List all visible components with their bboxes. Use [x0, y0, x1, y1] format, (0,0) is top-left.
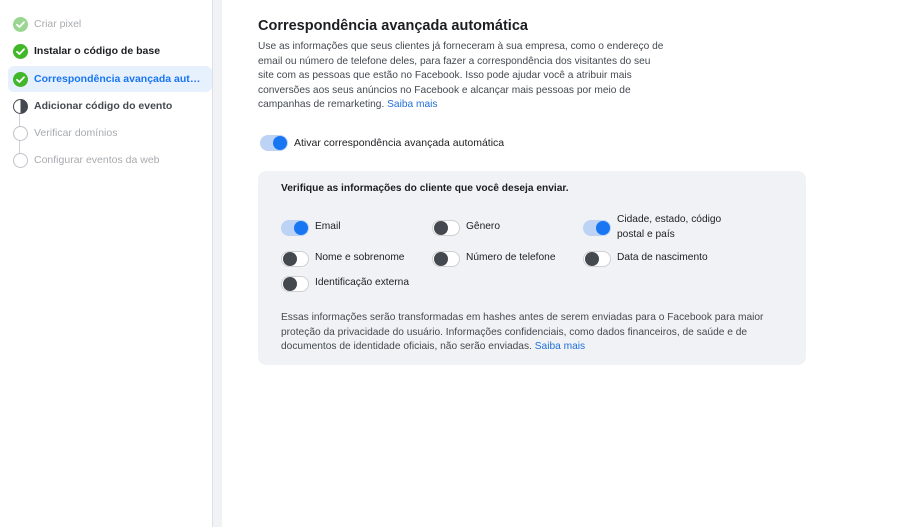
toggle-knob [596, 221, 610, 235]
birth-date-toggle[interactable] [583, 251, 611, 267]
step-configurar-eventos-web[interactable]: Configurar eventos da web [8, 147, 212, 173]
step-label: Configurar eventos da web [34, 154, 160, 166]
step-instalar-codigo-base[interactable]: Instalar o código de base [8, 38, 212, 64]
option-label: Data de nascimento [617, 252, 708, 263]
enable-auto-advanced-matching-toggle[interactable] [260, 135, 288, 151]
option-data-nascimento: Data de nascimento [583, 251, 708, 267]
description-text: Use as informações que seus clientes já … [258, 41, 664, 111]
step-label: Correspondência avançada automática [34, 73, 206, 85]
toggle-knob [283, 252, 297, 266]
check-icon [13, 71, 28, 87]
privacy-note-text: Essas informações serão transformadas em… [281, 312, 764, 353]
check-icon [13, 16, 28, 32]
toggle-knob [434, 252, 448, 266]
option-numero-telefone: Número de telefone [432, 251, 555, 267]
email-toggle[interactable] [281, 220, 309, 236]
step-correspondencia-avancada[interactable]: Correspondência avançada automática [8, 66, 212, 92]
toggle-knob [294, 221, 308, 235]
option-cidade-estado: Cidade, estado, código postal e país [583, 213, 727, 242]
option-genero: Gênero [432, 220, 500, 236]
phone-number-toggle[interactable] [432, 251, 460, 267]
gender-toggle[interactable] [432, 220, 460, 236]
option-label: Gênero [466, 221, 500, 232]
toggle-knob [273, 136, 287, 150]
master-toggle-label: Ativar correspondência avançada automáti… [294, 137, 505, 149]
first-last-name-toggle[interactable] [281, 251, 309, 267]
panel-title: Verifique as informações do cliente que … [281, 183, 569, 194]
setup-steps-sidebar: Criar pixel Instalar o código de base Co… [0, 0, 212, 527]
option-identificacao-externa: Identificação externa [281, 276, 409, 292]
empty-circle-icon [13, 125, 28, 141]
privacy-learn-more-link[interactable]: Saiba mais [535, 341, 585, 352]
step-label: Adicionar código do evento [34, 100, 173, 112]
privacy-note: Essas informações serão transformadas em… [281, 311, 771, 355]
option-label: Número de telefone [466, 252, 556, 263]
page-description: Use as informações que seus clientes já … [258, 40, 668, 113]
toggle-knob [434, 221, 448, 235]
option-email: Email [281, 220, 340, 236]
customer-info-panel: Verifique as informações do cliente que … [258, 171, 806, 365]
step-label: Instalar o código de base [34, 45, 161, 57]
option-label: Cidade, estado, código postal e país [617, 214, 722, 240]
option-label: Nome e sobrenome [315, 252, 405, 263]
half-circle-icon [13, 98, 28, 114]
sidebar-divider [212, 0, 222, 527]
step-verificar-dominios[interactable]: Verificar domínios [8, 120, 212, 146]
learn-more-link[interactable]: Saiba mais [387, 99, 437, 110]
toggle-knob [585, 252, 599, 266]
external-id-toggle[interactable] [281, 276, 309, 292]
option-label: Email [315, 221, 341, 232]
empty-circle-icon [13, 152, 28, 168]
option-nome-sobrenome: Nome e sobrenome [281, 251, 404, 267]
city-state-zip-country-toggle[interactable] [583, 220, 611, 236]
step-label: Criar pixel [34, 18, 82, 30]
toggle-knob [283, 277, 297, 291]
step-criar-pixel[interactable]: Criar pixel [8, 11, 212, 37]
step-adicionar-codigo-evento[interactable]: Adicionar código do evento [8, 93, 212, 119]
check-icon [13, 43, 28, 59]
master-toggle-row: Ativar correspondência avançada automáti… [260, 135, 504, 151]
page-title: Correspondência avançada automática [258, 18, 528, 34]
step-label: Verificar domínios [34, 127, 118, 139]
option-label: Identificação externa [315, 277, 410, 288]
